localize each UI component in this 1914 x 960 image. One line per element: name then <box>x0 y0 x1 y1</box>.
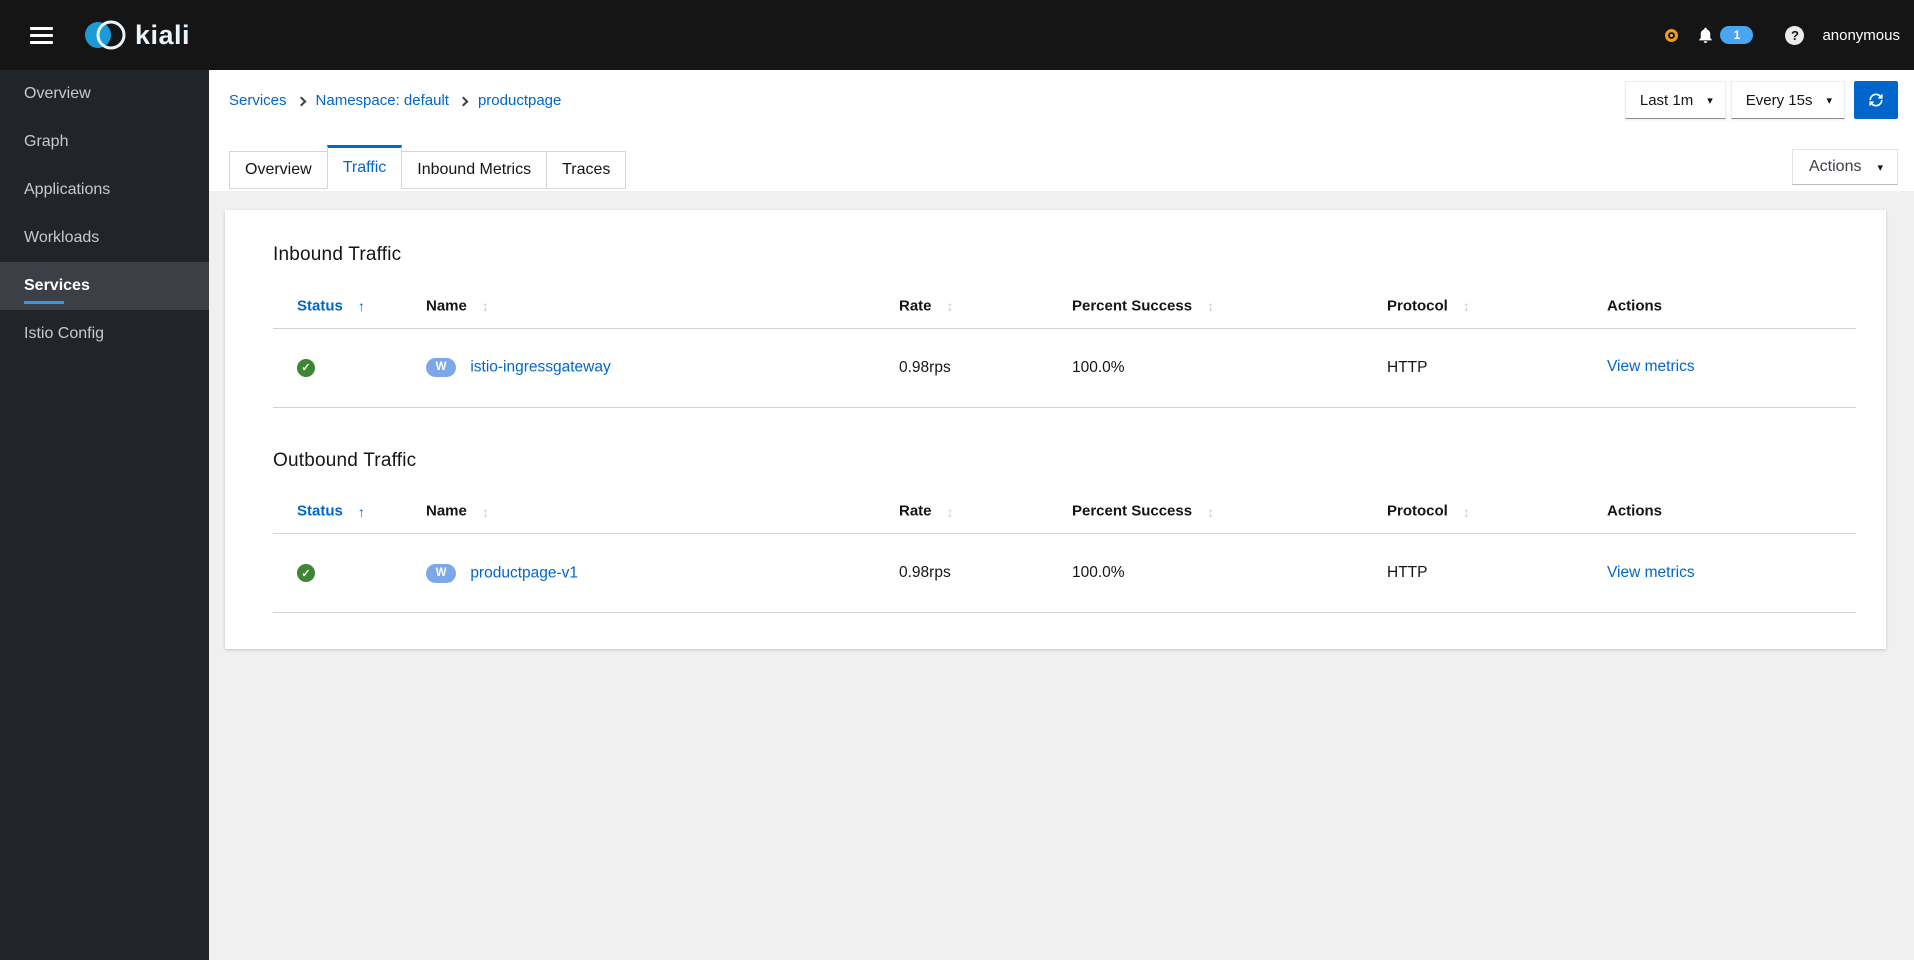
health-ok-icon <box>297 358 315 377</box>
section-title: Inbound Traffic <box>273 244 402 265</box>
column-header-rate[interactable]: Rate <box>898 284 1071 329</box>
protocol-cell: HTTP <box>1386 533 1606 613</box>
sidebar-item-istio-config[interactable]: Istio Config <box>0 310 209 358</box>
tab-inbound-metrics[interactable]: Inbound Metrics <box>401 151 548 189</box>
kiali-brand[interactable]: kiali <box>83 17 190 53</box>
column-header-percent-success[interactable]: Percent Success <box>1071 489 1386 534</box>
main-content: Services Namespace: default productpage … <box>209 70 1914 960</box>
breadcrumb-services-link[interactable]: Services <box>229 92 287 109</box>
refresh-interval-dropdown[interactable]: Every 15s ▾ <box>1730 81 1845 119</box>
page-body: Inbound Traffic Status Name Rate Percent <box>209 191 1914 960</box>
duration-dropdown[interactable]: Last 1m ▾ <box>1624 81 1726 119</box>
time-controls: Last 1m ▾ Every 15s ▾ <box>1624 81 1898 119</box>
table-row: W productpage-v1 0.98rps 100.0% HTTP Vie… <box>273 533 1856 613</box>
kiali-logo-icon <box>85 20 126 50</box>
column-header-protocol[interactable]: Protocol <box>1386 489 1606 534</box>
inbound-traffic-table: Status Name Rate Percent Success Protoco… <box>273 284 1856 408</box>
table-row: W istio-ingressgateway 0.98rps 100.0% HT… <box>273 328 1856 408</box>
outbound-traffic-table: Status Name Rate Percent Success Protoco… <box>273 489 1856 613</box>
sort-icon <box>947 298 954 314</box>
column-header-name[interactable]: Name <box>425 284 898 329</box>
percent-success-cell: 100.0% <box>1071 328 1386 408</box>
actions-cell: View metrics <box>1606 533 1856 613</box>
column-header-name[interactable]: Name <box>425 489 898 534</box>
username[interactable]: anonymous <box>1822 27 1900 44</box>
inbound-traffic-section: Inbound Traffic Status Name Rate Percent <box>273 244 1856 408</box>
sidebar-item-overview[interactable]: Overview <box>0 70 209 118</box>
outbound-traffic-section: Outbound Traffic Status Name Rate Percen… <box>273 449 1856 613</box>
sort-icon <box>1207 504 1214 520</box>
bell-icon <box>1699 27 1713 43</box>
tabs-row: Overview Traffic Inbound Metrics Traces … <box>229 145 1898 189</box>
sidebar-item-services[interactable]: Services <box>0 262 209 310</box>
istio-status-icon[interactable] <box>1665 28 1679 42</box>
column-header-rate[interactable]: Rate <box>898 489 1071 534</box>
masthead-toolbar: 1 ? anonymous <box>1665 25 1900 45</box>
refresh-button[interactable] <box>1854 81 1898 119</box>
percent-success-cell: 100.0% <box>1071 533 1386 613</box>
sort-icon <box>947 504 954 520</box>
brand-name: kiali <box>135 19 191 50</box>
column-header-percent-success[interactable]: Percent Success <box>1071 284 1386 329</box>
page-header: Services Namespace: default productpage … <box>209 70 1914 191</box>
view-metrics-link[interactable]: View metrics <box>1607 358 1695 375</box>
notifications-button[interactable]: 1 <box>1696 26 1754 45</box>
sort-icon <box>1463 298 1470 314</box>
health-ok-icon <box>297 564 315 583</box>
tab-traffic[interactable]: Traffic <box>326 145 403 189</box>
actions-cell: View metrics <box>1606 328 1856 408</box>
hamburger-icon <box>30 26 53 30</box>
traffic-card: Inbound Traffic Status Name Rate Percent <box>225 210 1886 649</box>
chevron-down-icon: ▾ <box>1707 94 1713 107</box>
chevron-down-icon: ▾ <box>1877 161 1883 174</box>
status-cell <box>273 328 425 408</box>
sort-icon <box>482 504 489 520</box>
status-cell <box>273 533 425 613</box>
sidebar-item-applications[interactable]: Applications <box>0 166 209 214</box>
column-header-protocol[interactable]: Protocol <box>1386 284 1606 329</box>
sidebar-nav: Overview Graph Applications Workloads Se… <box>0 70 209 960</box>
chevron-right-icon <box>458 96 469 106</box>
chevron-down-icon: ▾ <box>1826 94 1832 107</box>
section-title: Outbound Traffic <box>273 449 417 471</box>
workload-link[interactable]: istio-ingressgateway <box>470 359 610 376</box>
column-header-status[interactable]: Status <box>273 284 425 329</box>
breadcrumb-namespace-link[interactable]: Namespace: default <box>316 92 449 109</box>
rate-cell: 0.98rps <box>898 533 1071 613</box>
question-icon: ? <box>1785 25 1805 45</box>
name-cell: W productpage-v1 <box>425 533 898 613</box>
tab-traces[interactable]: Traces <box>546 151 627 189</box>
sort-ascending-icon <box>358 298 365 314</box>
column-header-status[interactable]: Status <box>273 489 425 534</box>
tabs: Overview Traffic Inbound Metrics Traces <box>229 145 627 189</box>
sort-icon <box>1207 298 1214 314</box>
workload-link[interactable]: productpage-v1 <box>470 564 578 581</box>
actions-dropdown[interactable]: Actions ▾ <box>1792 149 1898 185</box>
notification-badge: 1 <box>1720 26 1754 44</box>
masthead: kiali 1 ? anonymous <box>0 0 1914 70</box>
table-header-row: Status Name Rate Percent Success Protoco… <box>273 489 1856 534</box>
table-header-row: Status Name Rate Percent Success Protoco… <box>273 284 1856 329</box>
name-cell: W istio-ingressgateway <box>425 328 898 408</box>
help-button[interactable]: ? <box>1785 25 1805 45</box>
column-header-actions: Actions <box>1606 284 1856 329</box>
chevron-right-icon <box>296 96 306 106</box>
sidebar-item-graph[interactable]: Graph <box>0 118 209 166</box>
workload-badge: W <box>426 358 456 377</box>
protocol-cell: HTTP <box>1386 328 1606 408</box>
sort-icon <box>482 298 489 314</box>
sort-icon <box>1463 504 1470 520</box>
sort-ascending-icon <box>358 504 365 520</box>
breadcrumb-service-link[interactable]: productpage <box>478 92 561 109</box>
column-header-actions: Actions <box>1606 489 1856 534</box>
rate-cell: 0.98rps <box>898 328 1071 408</box>
sync-icon <box>1869 93 1883 107</box>
tab-overview[interactable]: Overview <box>229 151 328 189</box>
sidebar-item-workloads[interactable]: Workloads <box>0 214 209 262</box>
view-metrics-link[interactable]: View metrics <box>1607 564 1695 581</box>
menu-toggle-button[interactable] <box>26 17 57 54</box>
workload-badge: W <box>426 563 456 583</box>
